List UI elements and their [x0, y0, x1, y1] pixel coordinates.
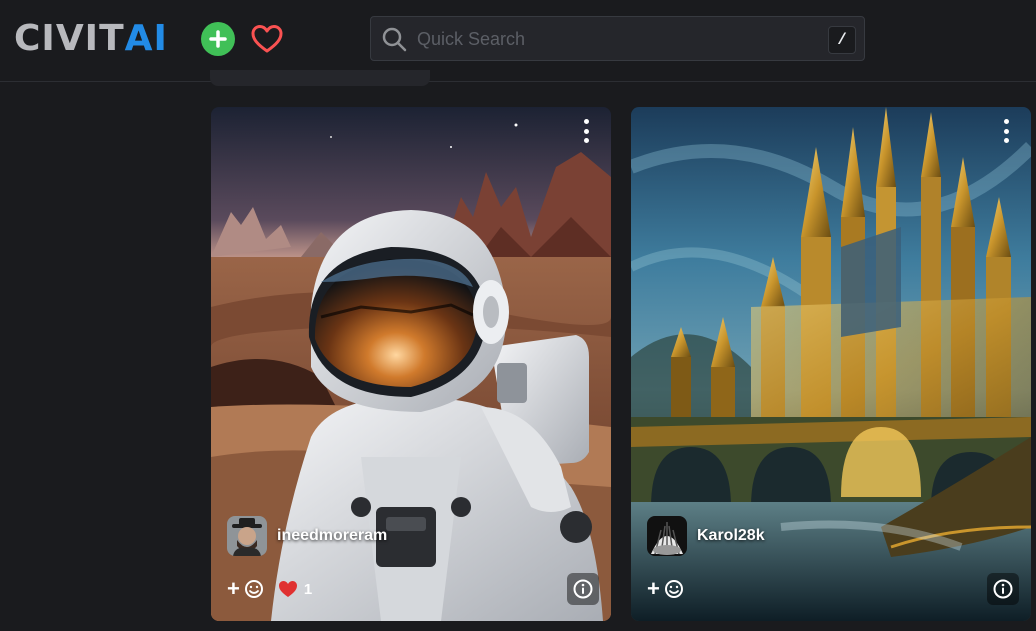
quick-search-box[interactable]: /	[370, 16, 865, 61]
add-reaction-button[interactable]: +	[227, 576, 264, 602]
dot	[1003, 119, 1009, 124]
reactions-bar: +	[647, 575, 684, 603]
user-avatar-image	[647, 516, 687, 556]
plus-icon	[209, 30, 227, 48]
card-menu-button[interactable]	[575, 117, 597, 145]
reactions-bar: + 1	[227, 575, 312, 603]
avatar[interactable]	[647, 516, 687, 556]
dot	[1003, 138, 1009, 143]
search-shortcut-key: /	[828, 26, 856, 54]
dot	[583, 138, 589, 143]
info-icon	[573, 579, 593, 599]
create-button[interactable]	[201, 22, 235, 56]
card-menu-button[interactable]	[995, 117, 1017, 145]
feed-tab-strip	[210, 70, 430, 86]
avatar[interactable]	[227, 516, 267, 556]
heart-count-label: 1	[303, 580, 313, 598]
image-info-button[interactable]	[567, 573, 599, 605]
dot	[583, 119, 589, 124]
heart-outline-icon	[251, 25, 283, 53]
dot	[583, 128, 589, 134]
top-navigation-bar: CIVITAI /	[0, 0, 1036, 82]
username[interactable]: Karol28k	[697, 527, 765, 545]
image-card-castle[interactable]: Karol28k +	[631, 107, 1031, 621]
info-icon	[993, 579, 1013, 599]
smiley-icon	[664, 580, 683, 598]
logo-text-civit: CIVIT	[14, 18, 125, 59]
image-card-astronaut[interactable]: ineedmoreram + 1	[211, 107, 611, 621]
card-user[interactable]: Karol28k	[647, 516, 765, 556]
user-avatar-image	[227, 516, 267, 556]
logo-text-ai: AI	[124, 18, 168, 59]
civitai-logo[interactable]: CIVIT AI	[14, 18, 168, 59]
card-user[interactable]: ineedmoreram	[227, 516, 387, 556]
add-reaction-button[interactable]: +	[647, 576, 684, 602]
search-input[interactable]	[417, 25, 787, 53]
search-icon	[382, 27, 407, 52]
plus-label: +	[227, 576, 240, 601]
image-info-button[interactable]	[987, 573, 1019, 605]
username[interactable]: ineedmoreram	[277, 527, 387, 545]
favorites-button[interactable]	[250, 22, 284, 56]
smiley-icon	[244, 580, 263, 598]
heart-icon	[278, 581, 297, 597]
dot	[1003, 128, 1009, 134]
plus-label: +	[647, 576, 660, 601]
heart-reaction[interactable]: 1	[278, 580, 312, 598]
